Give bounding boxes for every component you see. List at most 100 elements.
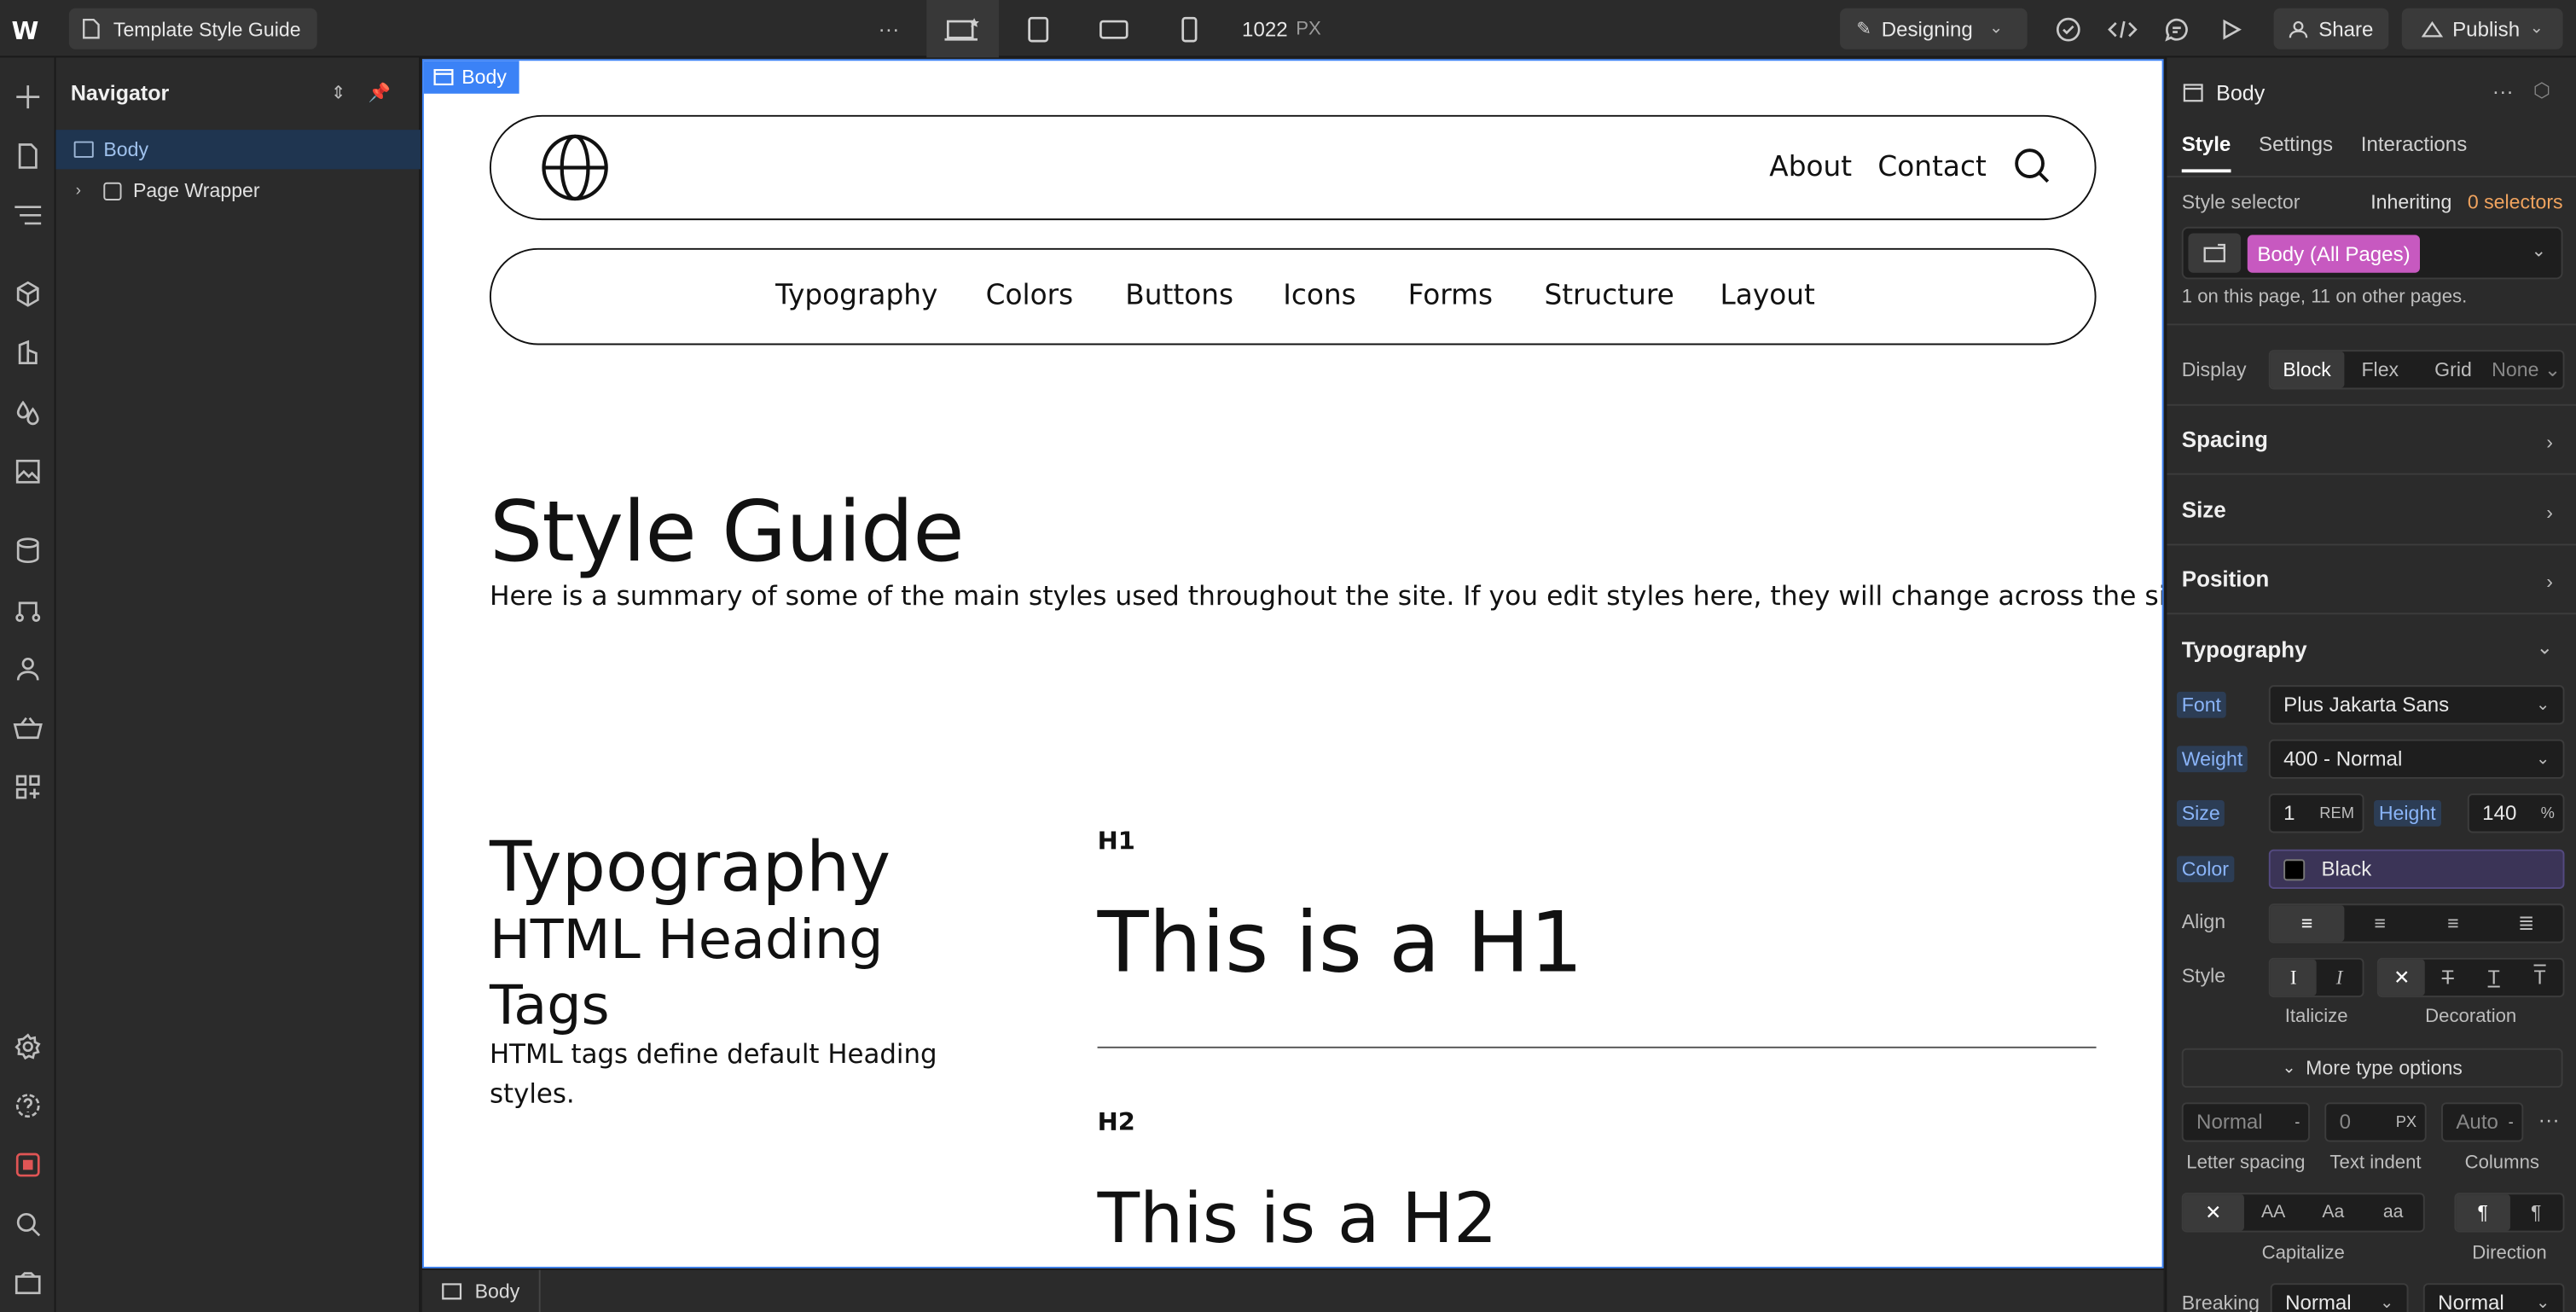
breakpoint-landscape-button[interactable] <box>1077 0 1150 57</box>
size-input[interactable]: 1 REM <box>2268 793 2364 833</box>
component-cube-icon[interactable]: ⬡ <box>2533 78 2550 102</box>
case-lowercase-option[interactable]: aa <box>2364 1194 2423 1230</box>
direction-rtl-icon[interactable]: ¶ <box>2509 1194 2563 1230</box>
subnav-link-colors[interactable]: Colors <box>986 279 1074 312</box>
align-left-icon[interactable]: ≡ <box>2270 905 2344 942</box>
display-none-option[interactable]: None ⌄ <box>2490 351 2563 387</box>
subnav-link-forms[interactable]: Forms <box>1408 279 1494 312</box>
subnav-link-icons[interactable]: Icons <box>1283 279 1356 312</box>
italic-off-icon[interactable]: I <box>2270 959 2317 996</box>
more-options-icon[interactable]: ··· <box>2492 78 2514 103</box>
site-header[interactable]: About Contact <box>489 114 2097 221</box>
chevron-down-icon[interactable]: ⌄ <box>2537 636 2553 659</box>
breakpoint-desktop-button[interactable] <box>926 0 1000 58</box>
unit-dropdown[interactable]: - <box>2509 1113 2514 1131</box>
code-icon[interactable] <box>2101 0 2144 57</box>
chevron-right-icon[interactable]: › <box>76 182 104 200</box>
line-height-unit[interactable]: % <box>2541 804 2555 822</box>
overline-icon[interactable]: T <box>2517 960 2563 996</box>
nav-link-contact[interactable]: Contact <box>1877 151 1986 184</box>
expand-collapse-icon[interactable]: ⇕ <box>325 78 351 105</box>
more-type-options-button[interactable]: ⌄ More type options <box>2181 1048 2563 1088</box>
breakpoint-mobile-button[interactable] <box>1153 0 1226 57</box>
case-uppercase-option[interactable]: AA <box>2243 1194 2303 1230</box>
pin-icon[interactable]: 📌 <box>366 78 392 105</box>
pages-icon[interactable] <box>9 136 48 176</box>
section-size[interactable]: Size <box>2182 498 2226 523</box>
selected-element-tag[interactable]: Body <box>423 61 520 94</box>
more-options-icon[interactable]: ··· <box>871 0 907 57</box>
more-options-icon[interactable]: ··· <box>2538 1107 2560 1132</box>
strikethrough-icon[interactable]: T <box>2425 960 2471 996</box>
assets-image-icon[interactable] <box>9 452 48 491</box>
add-plus-icon[interactable] <box>9 78 48 117</box>
globe-logo-icon[interactable] <box>541 133 610 202</box>
columns-input[interactable]: Auto - <box>2441 1102 2524 1142</box>
section-spacing[interactable]: Spacing <box>2182 427 2268 452</box>
weight-select[interactable]: 400 - Normal ⌄ <box>2268 739 2565 779</box>
breakpoint-tablet-button[interactable] <box>1002 0 1075 57</box>
subnav-link-layout[interactable]: Layout <box>1720 279 1815 312</box>
tab-interactions[interactable]: Interactions <box>2361 133 2467 172</box>
navigator-icon[interactable] <box>9 195 48 235</box>
components-cube-icon[interactable] <box>9 275 48 314</box>
line-height-input[interactable]: 140 % <box>2467 793 2565 833</box>
logic-flow-icon[interactable] <box>9 589 48 629</box>
color-picker[interactable]: Black <box>2268 849 2565 889</box>
publish-button[interactable]: Publish ⌄ <box>2401 8 2563 49</box>
selector-scope-icon[interactable] <box>2188 233 2242 273</box>
size-unit[interactable]: REM <box>2319 804 2354 822</box>
chevron-right-icon[interactable]: › <box>2546 431 2553 454</box>
decoration-none-icon[interactable]: ✕ <box>2378 959 2425 996</box>
align-center-icon[interactable]: ≡ <box>2343 905 2416 941</box>
search-icon[interactable] <box>2014 148 2050 183</box>
tab-settings[interactable]: Settings <box>2259 133 2333 172</box>
style-manager-icon[interactable] <box>9 334 48 373</box>
breadcrumb-item-body[interactable]: Body <box>422 1268 542 1312</box>
subnav-link-buttons[interactable]: Buttons <box>1125 279 1233 312</box>
comment-icon[interactable] <box>2155 0 2198 57</box>
page-selector[interactable]: Template Style Guide <box>68 8 317 49</box>
share-button[interactable]: Share <box>2273 8 2389 49</box>
color-swatch[interactable] <box>2283 858 2306 880</box>
webflow-logo-icon[interactable]: W <box>11 16 44 46</box>
navigator-item-body[interactable]: Body <box>55 130 421 170</box>
chevron-down-icon[interactable]: ⌄ <box>2532 240 2547 261</box>
display-flex-option[interactable]: Flex <box>2343 351 2416 387</box>
selector-tag[interactable]: Body (All Pages) <box>2247 235 2421 273</box>
inheriting-count[interactable]: 0 selectors <box>2468 190 2563 213</box>
font-select[interactable]: Plus Jakarta Sans ⌄ <box>2268 685 2565 725</box>
video-help-icon[interactable] <box>9 1263 48 1303</box>
mode-dropdown[interactable]: ✎ Designing ⌄ <box>1840 8 2028 49</box>
display-block-option[interactable]: Block <box>2270 351 2344 388</box>
case-none-icon[interactable]: ✕ <box>2183 1194 2243 1231</box>
section-position[interactable]: Position <box>2182 566 2270 591</box>
unit-dropdown[interactable]: - <box>2295 1113 2300 1131</box>
help-icon[interactable] <box>9 1086 48 1125</box>
canvas-width-readout[interactable]: 1022 PX <box>1242 0 1321 57</box>
chevron-right-icon[interactable]: › <box>2546 501 2553 524</box>
subnav-link-structure[interactable]: Structure <box>1544 279 1674 312</box>
style-selector-field[interactable]: Body (All Pages) ⌄ <box>2181 226 2563 280</box>
settings-gear-icon[interactable] <box>9 1027 48 1066</box>
word-break-select[interactable]: Normal ⌄ <box>2270 1283 2409 1312</box>
apps-grid-icon[interactable] <box>9 767 48 806</box>
record-icon[interactable] <box>9 1145 48 1184</box>
section-typography[interactable]: Typography <box>2182 637 2307 662</box>
tab-style[interactable]: Style <box>2181 133 2231 173</box>
align-right-icon[interactable]: ≡ <box>2416 905 2490 941</box>
nav-link-about[interactable]: About <box>1769 151 1852 184</box>
audit-check-icon[interactable] <box>2047 0 2090 57</box>
navigator-item-page-wrapper[interactable]: › Page Wrapper <box>55 171 421 210</box>
preview-play-icon[interactable] <box>2209 0 2252 57</box>
ecommerce-basket-icon[interactable] <box>9 708 48 747</box>
align-justify-icon[interactable]: ≣ <box>2490 905 2563 941</box>
letter-spacing-input[interactable]: Normal - <box>2181 1102 2310 1142</box>
search-icon[interactable] <box>9 1205 48 1244</box>
users-icon[interactable] <box>9 649 48 688</box>
text-indent-unit[interactable]: PX <box>2396 1113 2416 1131</box>
case-capitalize-option[interactable]: Aa <box>2303 1194 2363 1230</box>
chevron-right-icon[interactable]: › <box>2546 570 2553 593</box>
cms-database-icon[interactable] <box>9 531 48 570</box>
direction-ltr-icon[interactable]: ¶ <box>2456 1194 2509 1231</box>
